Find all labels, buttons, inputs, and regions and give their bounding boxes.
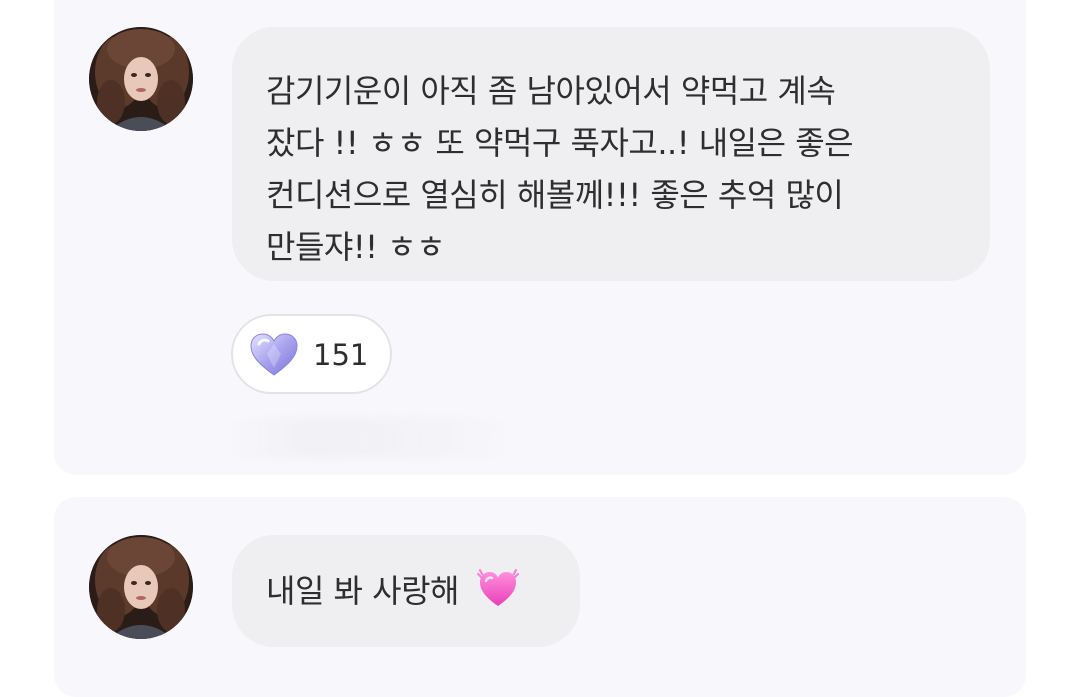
crystal-heart-icon bbox=[250, 333, 298, 376]
avatar[interactable] bbox=[89, 535, 193, 639]
message-line: 컨디션으로 열심히 해볼께!!! 좋은 추억 많이 bbox=[266, 176, 844, 214]
avatar[interactable] bbox=[89, 27, 193, 131]
like-reaction-button[interactable]: 151 bbox=[231, 314, 392, 394]
comment-message-bubble: 감기기운이 아직 좀 남아있어서 약먹고 계속 잤다 !! ㅎㅎ 또 약먹구 푹… bbox=[232, 27, 990, 281]
pink-heart-emoji-icon bbox=[476, 569, 519, 606]
message-line: 만들쟈!! ㅎㅎ bbox=[266, 228, 446, 266]
message-text: 내일 봐 사랑해 bbox=[266, 572, 459, 610]
message-line: 감기기운이 아직 좀 남아있어서 약먹고 계속 bbox=[266, 72, 836, 110]
faded-content bbox=[225, 418, 515, 458]
reaction-count: 151 bbox=[313, 338, 369, 372]
profile-photo-icon bbox=[89, 27, 193, 131]
comment-message-bubble: 내일 봐 사랑해 bbox=[232, 535, 580, 647]
profile-photo-icon bbox=[89, 535, 193, 639]
message-line: 잤다 !! ㅎㅎ 또 약먹구 푹자고..! 내일은 좋은 bbox=[266, 124, 854, 162]
